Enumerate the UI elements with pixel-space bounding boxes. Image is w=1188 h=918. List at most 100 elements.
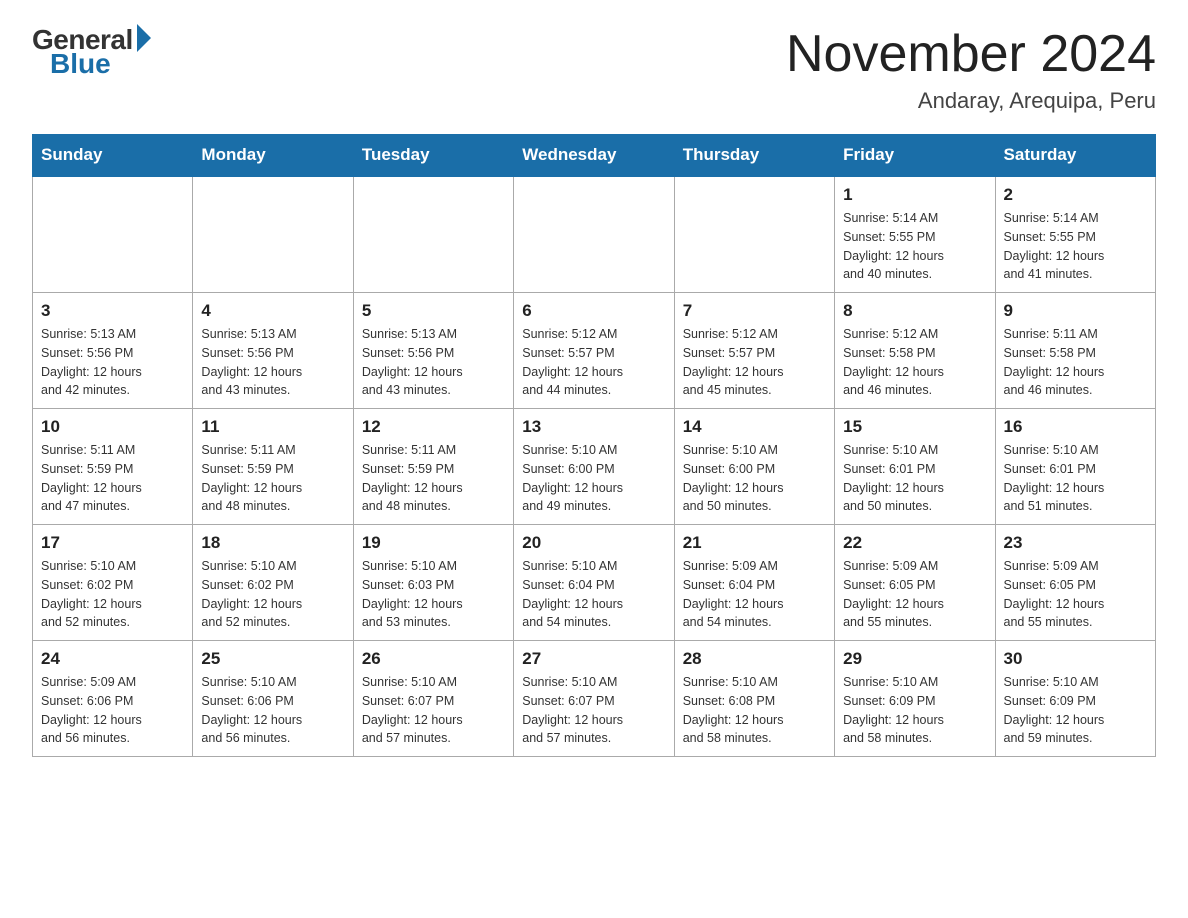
day-info: Sunrise: 5:09 AMSunset: 6:04 PMDaylight:…	[683, 557, 826, 632]
calendar-cell: 15Sunrise: 5:10 AMSunset: 6:01 PMDayligh…	[835, 409, 995, 525]
calendar-cell	[33, 176, 193, 293]
day-info: Sunrise: 5:10 AMSunset: 6:09 PMDaylight:…	[1004, 673, 1147, 748]
day-info: Sunrise: 5:14 AMSunset: 5:55 PMDaylight:…	[1004, 209, 1147, 284]
day-number: 27	[522, 649, 665, 669]
day-info: Sunrise: 5:13 AMSunset: 5:56 PMDaylight:…	[201, 325, 344, 400]
day-number: 21	[683, 533, 826, 553]
day-info: Sunrise: 5:11 AMSunset: 5:59 PMDaylight:…	[41, 441, 184, 516]
day-number: 2	[1004, 185, 1147, 205]
day-info: Sunrise: 5:09 AMSunset: 6:06 PMDaylight:…	[41, 673, 184, 748]
calendar-cell: 4 Sunrise: 5:13 AMSunset: 5:56 PMDaylight…	[193, 293, 353, 409]
day-header-sunday: Sunday	[33, 135, 193, 177]
day-info: Sunrise: 5:10 AMSunset: 6:08 PMDaylight:…	[683, 673, 826, 748]
calendar-cell	[193, 176, 353, 293]
day-info: Sunrise: 5:10 AMSunset: 6:06 PMDaylight:…	[201, 673, 344, 748]
week-row-1: 1 Sunrise: 5:14 AMSunset: 5:55 PMDaylight…	[33, 176, 1156, 293]
day-number: 29	[843, 649, 986, 669]
day-number: 28	[683, 649, 826, 669]
day-info: Sunrise: 5:10 AMSunset: 6:00 PMDaylight:…	[522, 441, 665, 516]
day-info: Sunrise: 5:10 AMSunset: 6:00 PMDaylight:…	[683, 441, 826, 516]
calendar-cell: 3 Sunrise: 5:13 AMSunset: 5:56 PMDaylight…	[33, 293, 193, 409]
day-header-monday: Monday	[193, 135, 353, 177]
day-info: Sunrise: 5:12 AMSunset: 5:58 PMDaylight:…	[843, 325, 986, 400]
calendar-cell: 7 Sunrise: 5:12 AMSunset: 5:57 PMDaylight…	[674, 293, 834, 409]
day-number: 17	[41, 533, 184, 553]
day-info: Sunrise: 5:09 AMSunset: 6:05 PMDaylight:…	[843, 557, 986, 632]
calendar-cell: 19 Sunrise: 5:10 AMSunset: 6:03 PMDayligh…	[353, 525, 513, 641]
day-info: Sunrise: 5:09 AMSunset: 6:05 PMDaylight:…	[1004, 557, 1147, 632]
calendar-cell: 25 Sunrise: 5:10 AMSunset: 6:06 PMDayligh…	[193, 641, 353, 757]
day-number: 18	[201, 533, 344, 553]
calendar-cell: 5 Sunrise: 5:13 AMSunset: 5:56 PMDaylight…	[353, 293, 513, 409]
day-number: 8	[843, 301, 986, 321]
location-text: Andaray, Arequipa, Peru	[786, 88, 1156, 114]
day-header-wednesday: Wednesday	[514, 135, 674, 177]
day-number: 22	[843, 533, 986, 553]
week-row-4: 17 Sunrise: 5:10 AMSunset: 6:02 PMDayligh…	[33, 525, 1156, 641]
calendar-cell: 11 Sunrise: 5:11 AMSunset: 5:59 PMDayligh…	[193, 409, 353, 525]
day-number: 3	[41, 301, 184, 321]
day-info: Sunrise: 5:10 AMSunset: 6:04 PMDaylight:…	[522, 557, 665, 632]
day-number: 10	[41, 417, 184, 437]
day-number: 6	[522, 301, 665, 321]
day-number: 19	[362, 533, 505, 553]
day-info: Sunrise: 5:13 AMSunset: 5:56 PMDaylight:…	[362, 325, 505, 400]
day-number: 1	[843, 185, 986, 205]
day-header-saturday: Saturday	[995, 135, 1155, 177]
day-info: Sunrise: 5:12 AMSunset: 5:57 PMDaylight:…	[683, 325, 826, 400]
day-header-thursday: Thursday	[674, 135, 834, 177]
calendar-cell: 1 Sunrise: 5:14 AMSunset: 5:55 PMDaylight…	[835, 176, 995, 293]
calendar-cell: 20 Sunrise: 5:10 AMSunset: 6:04 PMDayligh…	[514, 525, 674, 641]
day-number: 24	[41, 649, 184, 669]
calendar-cell	[514, 176, 674, 293]
calendar-cell: 29 Sunrise: 5:10 AMSunset: 6:09 PMDayligh…	[835, 641, 995, 757]
week-row-2: 3 Sunrise: 5:13 AMSunset: 5:56 PMDaylight…	[33, 293, 1156, 409]
day-number: 25	[201, 649, 344, 669]
calendar-cell: 14 Sunrise: 5:10 AMSunset: 6:00 PMDayligh…	[674, 409, 834, 525]
page-header: General Blue November 2024 Andaray, Areq…	[32, 24, 1156, 114]
calendar-cell: 10 Sunrise: 5:11 AMSunset: 5:59 PMDayligh…	[33, 409, 193, 525]
day-number: 14	[683, 417, 826, 437]
day-info: Sunrise: 5:10 AMSunset: 6:01 PMDaylight:…	[843, 441, 986, 516]
logo: General Blue	[32, 24, 151, 80]
calendar-cell: 17 Sunrise: 5:10 AMSunset: 6:02 PMDayligh…	[33, 525, 193, 641]
day-number: 20	[522, 533, 665, 553]
day-info: Sunrise: 5:10 AMSunset: 6:03 PMDaylight:…	[362, 557, 505, 632]
calendar-cell: 24 Sunrise: 5:09 AMSunset: 6:06 PMDayligh…	[33, 641, 193, 757]
calendar-cell: 30 Sunrise: 5:10 AMSunset: 6:09 PMDayligh…	[995, 641, 1155, 757]
day-info: Sunrise: 5:10 AMSunset: 6:02 PMDaylight:…	[41, 557, 184, 632]
day-number: 30	[1004, 649, 1147, 669]
logo-triangle-icon	[137, 24, 151, 52]
calendar-cell: 6 Sunrise: 5:12 AMSunset: 5:57 PMDaylight…	[514, 293, 674, 409]
day-info: Sunrise: 5:10 AMSunset: 6:01 PMDaylight:…	[1004, 441, 1147, 516]
day-info: Sunrise: 5:11 AMSunset: 5:59 PMDaylight:…	[362, 441, 505, 516]
day-info: Sunrise: 5:10 AMSunset: 6:02 PMDaylight:…	[201, 557, 344, 632]
day-info: Sunrise: 5:14 AMSunset: 5:55 PMDaylight:…	[843, 209, 986, 284]
day-number: 11	[201, 417, 344, 437]
day-number: 9	[1004, 301, 1147, 321]
day-number: 26	[362, 649, 505, 669]
month-title: November 2024	[786, 24, 1156, 84]
day-number: 13	[522, 417, 665, 437]
logo-blue-text: Blue	[50, 48, 111, 80]
day-number: 7	[683, 301, 826, 321]
calendar-cell	[353, 176, 513, 293]
calendar-cell: 2 Sunrise: 5:14 AMSunset: 5:55 PMDaylight…	[995, 176, 1155, 293]
day-info: Sunrise: 5:10 AMSunset: 6:09 PMDaylight:…	[843, 673, 986, 748]
calendar-cell: 9Sunrise: 5:11 AMSunset: 5:58 PMDaylight…	[995, 293, 1155, 409]
calendar-cell: 26Sunrise: 5:10 AMSunset: 6:07 PMDayligh…	[353, 641, 513, 757]
day-number: 5	[362, 301, 505, 321]
calendar-header-row: SundayMondayTuesdayWednesdayThursdayFrid…	[33, 135, 1156, 177]
week-row-5: 24 Sunrise: 5:09 AMSunset: 6:06 PMDayligh…	[33, 641, 1156, 757]
calendar-cell	[674, 176, 834, 293]
day-number: 16	[1004, 417, 1147, 437]
day-info: Sunrise: 5:13 AMSunset: 5:56 PMDaylight:…	[41, 325, 184, 400]
day-number: 23	[1004, 533, 1147, 553]
calendar-cell: 27Sunrise: 5:10 AMSunset: 6:07 PMDayligh…	[514, 641, 674, 757]
day-info: Sunrise: 5:12 AMSunset: 5:57 PMDaylight:…	[522, 325, 665, 400]
day-info: Sunrise: 5:11 AMSunset: 5:59 PMDaylight:…	[201, 441, 344, 516]
calendar-cell: 28 Sunrise: 5:10 AMSunset: 6:08 PMDayligh…	[674, 641, 834, 757]
day-number: 4	[201, 301, 344, 321]
week-row-3: 10 Sunrise: 5:11 AMSunset: 5:59 PMDayligh…	[33, 409, 1156, 525]
title-section: November 2024 Andaray, Arequipa, Peru	[786, 24, 1156, 114]
